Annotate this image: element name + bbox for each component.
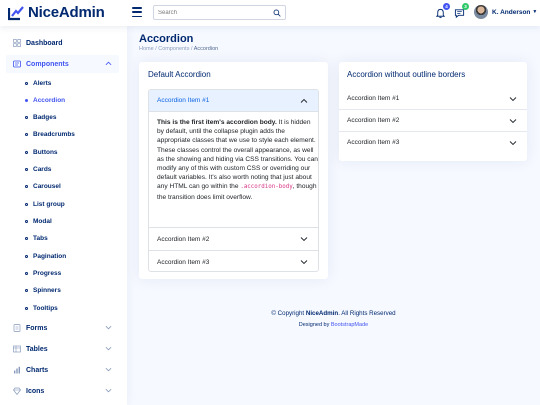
bullet-icon: [25, 272, 28, 275]
search-icon[interactable]: [273, 9, 281, 17]
sidebar-item-label: Forms: [26, 324, 48, 332]
sidebar-item-label: Tables: [26, 345, 48, 353]
grid-icon: [13, 39, 21, 47]
bar-chart-icon: [14, 366, 20, 374]
chevron-down-icon: [105, 388, 112, 393]
bullet-icon: [25, 168, 28, 171]
sidebar-sub-cards[interactable]: Cards: [25, 166, 51, 173]
accordion-item-2-header[interactable]: Accordion Item #2: [149, 228, 318, 250]
sidebar-sub-list-group[interactable]: List group: [25, 201, 65, 208]
sidebar-item-label: Dashboard: [26, 39, 63, 47]
sidebar-sub-alerts[interactable]: Alerts: [25, 80, 51, 87]
bullet-icon: [25, 185, 28, 188]
sidebar-item-forms[interactable]: Forms: [6, 319, 119, 337]
chevron-down-icon: [105, 346, 112, 351]
bullet-icon: [25, 220, 28, 223]
chevron-down-icon: [300, 237, 308, 242]
flush-item-1-header[interactable]: Accordion Item #1: [339, 88, 527, 109]
sidebar-item-icons[interactable]: Icons: [6, 382, 119, 400]
breadcrumb: Home / Components / Accordion: [139, 46, 218, 52]
sidebar-item-tables[interactable]: Tables: [6, 340, 119, 358]
chevron-down-icon: [509, 141, 517, 146]
chevron-down-icon: [509, 119, 517, 124]
default-accordion-card: Default Accordion Accordion Item #1 This…: [139, 62, 328, 279]
sidebar-sub-pagination[interactable]: Pagination: [25, 253, 66, 260]
menu-button-icon: [13, 60, 21, 68]
chevron-up-icon: [105, 61, 112, 66]
notifications-badge: 4: [443, 3, 450, 10]
bullet-icon: [25, 237, 28, 240]
sidebar-sub-spinners[interactable]: Spinners: [25, 287, 61, 294]
brand-logo[interactable]: NiceAdmin: [8, 4, 105, 21]
sidebar-sub-tabs[interactable]: Tabs: [25, 235, 48, 242]
sidebar-item-dashboard[interactable]: Dashboard: [6, 34, 119, 52]
chevron-down-icon: [300, 260, 308, 265]
logo-icon: [8, 5, 24, 20]
journal-text-icon: [13, 324, 21, 332]
flush-accordion: Accordion Item #1 Accordion Item #2 Acco…: [339, 88, 527, 154]
bullet-icon: [25, 82, 28, 85]
chevron-down-icon: [105, 325, 112, 330]
sidebar-item-label: Icons: [26, 387, 45, 395]
gem-icon: [13, 387, 21, 395]
chevron-down-icon: [105, 367, 112, 372]
flush-item-3-header[interactable]: Accordion Item #3: [339, 132, 527, 153]
flush-accordion-card: Accordion without outline borders Accord…: [339, 62, 527, 161]
bullet-icon: [25, 99, 28, 102]
sidebar-item-components[interactable]: Components: [6, 55, 119, 73]
sidebar-sub-badges[interactable]: Badges: [25, 114, 56, 121]
footer-copyright: © Copyright NiceAdmin. All Rights Reserv…: [271, 310, 396, 317]
accordion-item-1-body: This is the first item's accordion body.…: [157, 119, 318, 201]
bullet-icon: [25, 133, 28, 136]
sidebar-item-label: Components: [26, 60, 69, 68]
chevron-up-icon: [300, 98, 308, 103]
search-bar: [153, 5, 286, 20]
top-header: NiceAdmin 4 3 K. Anderson ▼: [0, 0, 540, 26]
sidebar-sub-accordion[interactable]: Accordion: [25, 97, 65, 104]
breadcrumb-current: Accordion: [193, 46, 219, 52]
accordion-item-1-header[interactable]: Accordion Item #1: [149, 90, 318, 112]
profile-name: K. Anderson: [492, 8, 531, 16]
profile-menu[interactable]: K. Anderson ▼: [474, 5, 537, 19]
bullet-icon: [25, 151, 28, 154]
sidebar-item-label: Charts: [26, 366, 49, 374]
designer-link[interactable]: BootstrapMade: [331, 322, 368, 328]
avatar: [474, 5, 488, 19]
bullet-icon: [25, 203, 28, 206]
footer: © Copyright NiceAdmin. All Rights Reserv…: [127, 310, 540, 328]
search-input[interactable]: [154, 9, 269, 16]
sidebar-sub-breadcrumbs[interactable]: Breadcrumbs: [25, 131, 75, 138]
sidebar-item-charts[interactable]: Charts: [6, 361, 119, 379]
messages-button[interactable]: 3: [454, 3, 469, 19]
brand-name: NiceAdmin: [28, 4, 105, 21]
table-icon: [13, 345, 21, 353]
notifications-button[interactable]: 4: [435, 3, 450, 19]
messages-badge: 3: [462, 3, 469, 10]
flush-item-2-header[interactable]: Accordion Item #2: [339, 110, 527, 131]
chevron-down-icon: [509, 97, 517, 102]
sidebar-sub-progress[interactable]: Progress: [25, 270, 61, 277]
card-title: Accordion without outline borders: [347, 70, 466, 79]
sidebar-sub-tooltips[interactable]: Tooltips: [25, 305, 58, 312]
sidebar-sub-buttons[interactable]: Buttons: [25, 149, 58, 156]
default-accordion: Accordion Item #1 This is the first item…: [148, 89, 319, 272]
bullet-icon: [25, 255, 28, 258]
bullet-icon: [25, 116, 28, 119]
bullet-icon: [25, 307, 28, 310]
footer-credits: Designed by BootstrapMade: [298, 322, 369, 328]
sidebar-sub-carousel[interactable]: Carousel: [25, 183, 61, 190]
sidebar-toggle-icon[interactable]: [132, 7, 142, 17]
breadcrumb-home[interactable]: Home: [139, 46, 154, 52]
bullet-icon: [25, 289, 28, 292]
sidebar: Dashboard Components Alerts Accordion Ba…: [0, 26, 127, 405]
accordion-item-3-header[interactable]: Accordion Item #3: [149, 251, 318, 271]
page-title: Accordion: [139, 33, 194, 45]
breadcrumb-components[interactable]: Components: [158, 46, 189, 52]
caret-down-icon: ▼: [532, 9, 538, 15]
card-title: Default Accordion: [148, 70, 211, 79]
sidebar-sub-modal[interactable]: Modal: [25, 218, 52, 225]
